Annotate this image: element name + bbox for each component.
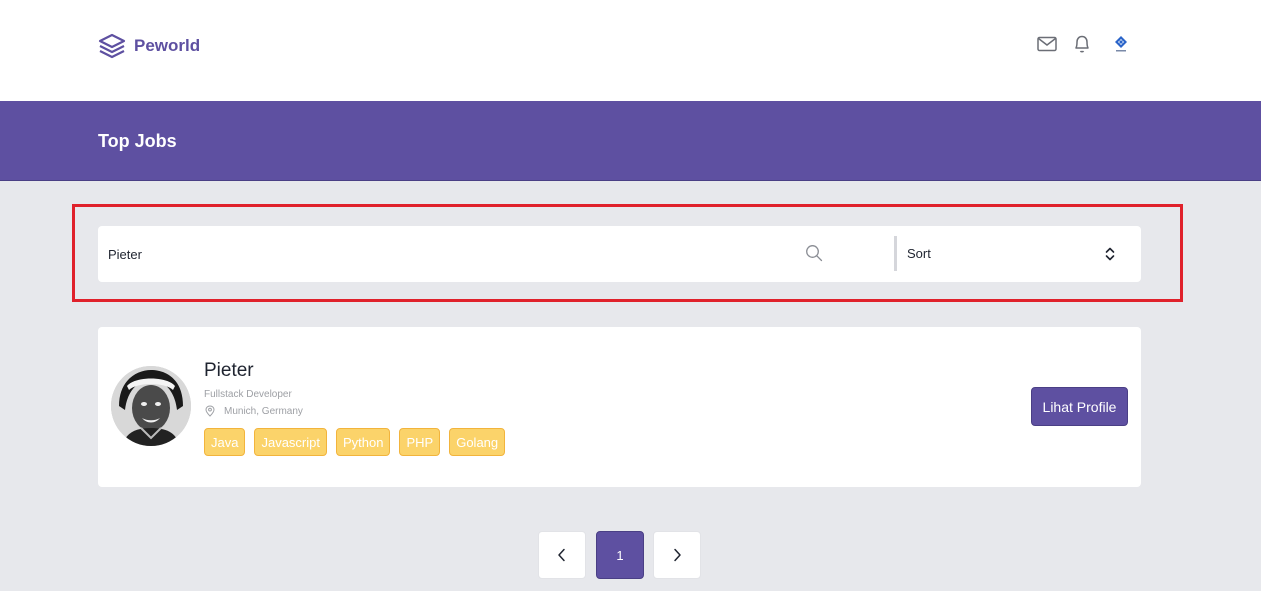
page-banner: Top Jobs — [0, 101, 1261, 181]
top-navbar: Peworld — [0, 0, 1261, 101]
bell-icon[interactable] — [1071, 33, 1093, 55]
page-title: Top Jobs — [98, 131, 177, 151]
talent-name: Pieter — [204, 360, 254, 381]
profile-photo — [111, 366, 191, 446]
chevron-right-icon — [674, 548, 681, 562]
skill-tag: PHP — [399, 428, 441, 456]
brand[interactable]: Peworld — [98, 32, 200, 60]
pagination-prev-button[interactable] — [538, 531, 586, 579]
view-profile-button[interactable]: Lihat Profile — [1031, 387, 1128, 426]
pagination-page-1[interactable]: 1 — [596, 531, 644, 579]
pagination-next-button[interactable] — [653, 531, 701, 579]
location-pin-icon — [205, 405, 215, 417]
sort-label: Sort — [907, 246, 931, 261]
sort-chevrons-icon — [1105, 247, 1115, 260]
skill-tag: Javascript — [254, 428, 327, 456]
user-avatar[interactable] — [1110, 33, 1132, 55]
talent-job-title: Fullstack Developer — [204, 389, 292, 400]
search-divider — [894, 236, 897, 271]
talent-location-text: Munich, Germany — [224, 405, 303, 417]
skill-tag: Golang — [449, 428, 506, 456]
skill-tags: Java Javascript Python PHP Golang — [204, 428, 506, 456]
search-icon[interactable] — [805, 244, 823, 262]
nav-icons — [1036, 33, 1132, 55]
brand-name: Peworld — [134, 36, 201, 55]
skill-tag: Java — [204, 428, 246, 456]
skill-tag: Python — [336, 428, 391, 456]
search-input[interactable] — [108, 226, 808, 282]
talent-location: Munich, Germany — [204, 405, 303, 417]
chevron-left-icon — [558, 548, 565, 562]
layers-logo-icon — [98, 33, 126, 59]
mail-icon[interactable] — [1036, 33, 1058, 55]
sort-select[interactable]: Sort — [907, 236, 1117, 271]
